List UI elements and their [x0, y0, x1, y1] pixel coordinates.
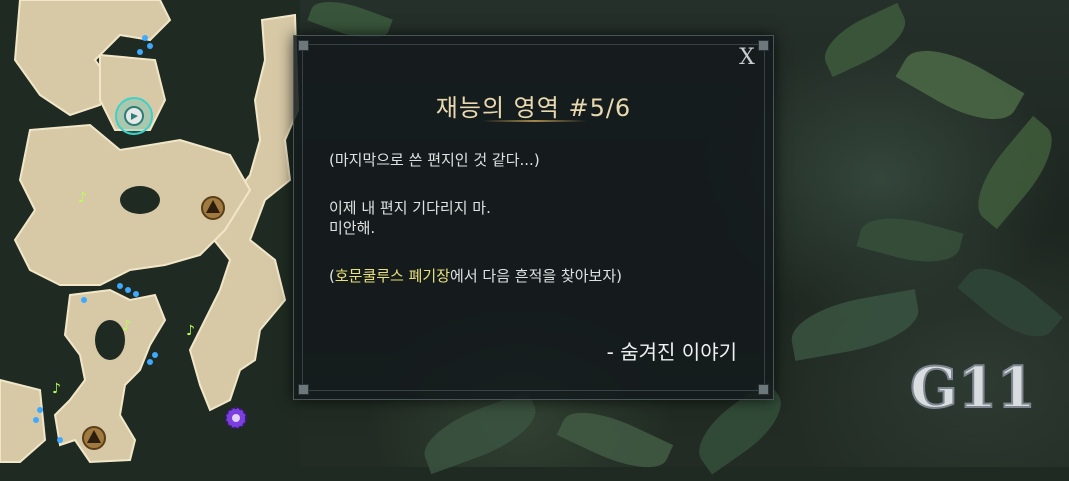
dialog-title: 재능의 영역 #5/6 — [435, 94, 632, 122]
foliage — [815, 2, 915, 78]
foliage — [786, 289, 924, 361]
foliage — [957, 253, 1063, 352]
foliage — [856, 207, 964, 273]
close-button[interactable]: X — [735, 46, 759, 70]
body-line: 미안해. — [329, 219, 376, 237]
dialog-signature: - 숨겨진 이야기 — [606, 340, 737, 364]
player-location-icon[interactable] — [115, 97, 153, 135]
frame-corner — [298, 384, 309, 395]
watermark-text: G11 — [910, 355, 1036, 417]
svg-text:♪: ♪ — [122, 318, 131, 334]
svg-text:♪: ♪ — [186, 323, 195, 339]
story-dialog: X 재능의 영역 #5/6 (마지막으로 쓴 편지인 것 같다...) 이제 내… — [293, 35, 774, 400]
triangle-marker-icon[interactable] — [82, 426, 106, 450]
hint-suffix: 에서 다음 흔적을 찾아보자) — [450, 267, 622, 285]
frame-corner — [758, 40, 769, 51]
minimap[interactable]: ♪ ♪ ♪ ♪ — [0, 0, 300, 467]
body-line: (마지막으로 쓴 편지인 것 같다...) — [329, 151, 540, 169]
body-line: 이제 내 편지 기다리지 마. — [329, 199, 491, 217]
triangle-marker-icon[interactable] — [201, 196, 225, 220]
foliage — [415, 390, 545, 475]
foliage — [556, 398, 674, 481]
title-underline — [482, 120, 587, 122]
svg-text:♪: ♪ — [52, 381, 61, 397]
svg-text:♪: ♪ — [78, 190, 87, 206]
frame-corner — [758, 384, 769, 395]
dialog-body: (마지막으로 쓴 편지인 것 같다...) 이제 내 편지 기다리지 마. 미안… — [329, 150, 749, 286]
purple-gear-icon[interactable] — [225, 407, 247, 429]
foliage — [962, 115, 1068, 230]
hint-line: (호문쿨루스 폐기장에서 다음 흔적을 찾아보자) — [329, 266, 749, 286]
watermark-logo: G11 — [909, 354, 1037, 417]
frame-corner — [298, 40, 309, 51]
foliage — [895, 33, 1025, 137]
hint-location: 호문쿨루스 폐기장 — [334, 267, 451, 285]
